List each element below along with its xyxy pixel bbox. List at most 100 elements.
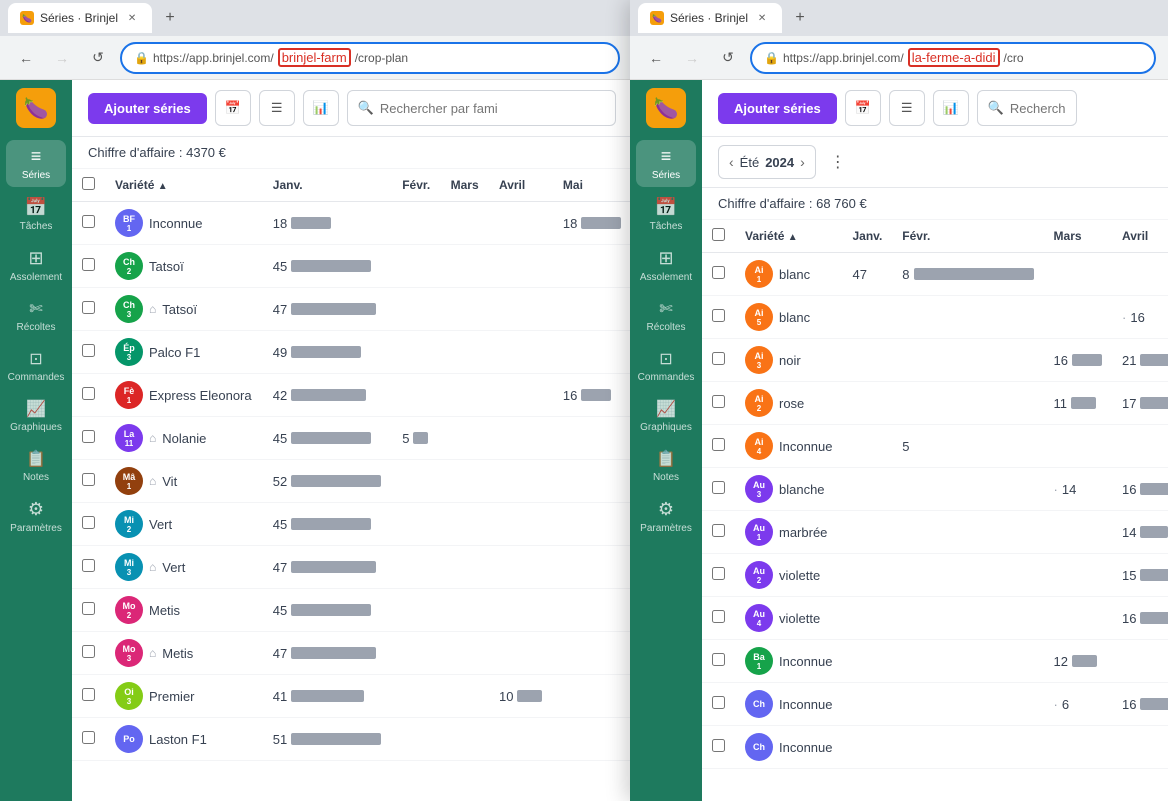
sidebar-item-parametres-2[interactable]: ⚙ Paramètres xyxy=(636,493,696,540)
sidebar-item-notes-2[interactable]: 📋 Notes xyxy=(636,443,696,489)
calendar-view-btn-1[interactable]: 📅 xyxy=(215,90,251,126)
search-bar-1[interactable]: 🔍 xyxy=(347,90,616,126)
row-checkbox[interactable] xyxy=(82,516,95,529)
calendar-view-btn-2[interactable]: 📅 xyxy=(845,90,881,126)
variety-name: blanc xyxy=(779,267,810,282)
tab-close-2[interactable]: ✕ xyxy=(754,10,770,26)
variety-cell: Mo 3 ⌂ Metis xyxy=(115,639,253,667)
more-options-btn[interactable]: ⋮ xyxy=(824,148,852,176)
search-input-2[interactable] xyxy=(1010,101,1066,116)
sidebar-item-assolement-2[interactable]: ⊞ Assolement xyxy=(636,242,696,289)
row-checkbox[interactable] xyxy=(712,653,725,666)
avatar: Ba 1 xyxy=(745,647,773,675)
forward-btn-1[interactable]: → xyxy=(48,44,76,72)
col-checkbox-1 xyxy=(72,169,105,202)
new-tab-btn-2[interactable]: + xyxy=(786,4,814,32)
row-checkbox[interactable] xyxy=(82,559,95,572)
taches-icon-1: 📅 xyxy=(25,197,47,218)
tab-2[interactable]: 🍆 Séries · Brinjel ✕ xyxy=(638,3,782,33)
back-btn-1[interactable]: ← xyxy=(12,44,40,72)
table-container-1[interactable]: Variété ▲ Janv. Févr. Mars Avril Mai BF … xyxy=(72,169,632,801)
new-tab-btn-1[interactable]: + xyxy=(156,4,184,32)
row-checkbox[interactable] xyxy=(712,610,725,623)
row-checkbox[interactable] xyxy=(82,387,95,400)
table-row: BF 1 Inconnue 1818 xyxy=(72,202,632,245)
row-checkbox[interactable] xyxy=(82,688,95,701)
chart-view-btn-2[interactable]: 📊 xyxy=(933,90,969,126)
search-input-1[interactable] xyxy=(380,101,605,116)
table-row: Ch 2 Tatsoï 45 xyxy=(72,245,632,288)
row-checkbox[interactable] xyxy=(82,645,95,658)
season-selector[interactable]: ‹ Été 2024 › xyxy=(718,145,816,179)
sidebar-item-series-2[interactable]: ≡ Séries xyxy=(636,140,696,187)
select-all-checkbox-2[interactable] xyxy=(712,228,725,241)
refresh-btn-1[interactable]: ↺ xyxy=(84,44,112,72)
jan-value: 47 xyxy=(273,560,287,575)
season-label: Été xyxy=(740,155,760,170)
row-checkbox[interactable] xyxy=(712,696,725,709)
sidebar-item-commandes-1[interactable]: ⊡ Commandes xyxy=(6,343,66,389)
add-series-btn-1[interactable]: Ajouter séries xyxy=(88,93,207,124)
sidebar-item-taches-2[interactable]: 📅 Tâches xyxy=(636,191,696,238)
row-checkbox[interactable] xyxy=(82,731,95,744)
tab-close-1[interactable]: ✕ xyxy=(124,10,140,26)
sidebar-item-recoltes-2[interactable]: ✄ Récoltes xyxy=(636,293,696,339)
row-checkbox[interactable] xyxy=(712,481,725,494)
row-checkbox[interactable] xyxy=(82,258,95,271)
prev-season-btn[interactable]: ‹ xyxy=(729,154,734,170)
address-bar-2: ← → ↺ 🔒 https://app.brinjel.com/ la-ferm… xyxy=(630,36,1168,80)
row-checkbox[interactable] xyxy=(712,567,725,580)
row-checkbox[interactable] xyxy=(712,309,725,322)
sidebar-item-assolement-1[interactable]: ⊞ Assolement xyxy=(6,242,66,289)
sidebar-item-taches-1[interactable]: 📅 Tâches xyxy=(6,191,66,238)
row-checkbox[interactable] xyxy=(712,438,725,451)
sidebar-item-commandes-2[interactable]: ⊡ Commandes xyxy=(636,343,696,389)
row-checkbox[interactable] xyxy=(712,739,725,752)
url-bar-2[interactable]: 🔒 https://app.brinjel.com/ la-ferme-a-di… xyxy=(750,42,1156,74)
row-checkbox[interactable] xyxy=(82,215,95,228)
table-container-2[interactable]: Variété ▲ Janv. Févr. Mars Avril Mai Ai … xyxy=(702,220,1168,801)
sidebar-item-graphiques-2[interactable]: 📈 Graphiques xyxy=(636,393,696,439)
sidebar-item-series-1[interactable]: ≡ Séries xyxy=(6,140,66,187)
variety-cell: Ép 3 Palco F1 xyxy=(115,338,253,366)
select-all-checkbox-1[interactable] xyxy=(82,177,95,190)
list-view-btn-2[interactable]: ☰ xyxy=(889,90,925,126)
house-icon: ⌂ xyxy=(149,302,156,316)
search-bar-2[interactable]: 🔍 xyxy=(977,90,1077,126)
row-checkbox[interactable] xyxy=(82,301,95,314)
row-checkbox[interactable] xyxy=(82,473,95,486)
jan-bar xyxy=(291,346,361,358)
chart-view-btn-1[interactable]: 📊 xyxy=(303,90,339,126)
parametres-icon-1: ⚙ xyxy=(28,499,44,520)
avatar: Ai 2 xyxy=(745,389,773,417)
row-checkbox[interactable] xyxy=(712,266,725,279)
next-season-btn[interactable]: › xyxy=(800,154,805,170)
sidebar-item-graphiques-1[interactable]: 📈 Graphiques xyxy=(6,393,66,439)
row-checkbox[interactable] xyxy=(712,395,725,408)
row-checkbox[interactable] xyxy=(82,430,95,443)
url-bar-1[interactable]: 🔒 https://app.brinjel.com/ brinjel-farm … xyxy=(120,42,620,74)
may-bar xyxy=(581,389,611,401)
row-checkbox[interactable] xyxy=(82,602,95,615)
variety-cell: Ai 4 Inconnue xyxy=(745,432,833,460)
variety-cell: Po Laston F1 xyxy=(115,725,253,753)
apr-bar xyxy=(1140,397,1168,409)
year-label: 2024 xyxy=(765,155,794,170)
tab-1[interactable]: 🍆 Séries · Brinjel ✕ xyxy=(8,3,152,33)
avatar: Ép 3 xyxy=(115,338,143,366)
tab-bar-1: 🍆 Séries · Brinjel ✕ + xyxy=(0,0,632,36)
sidebar-item-notes-1[interactable]: 📋 Notes xyxy=(6,443,66,489)
sidebar-item-recoltes-1[interactable]: ✄ Récoltes xyxy=(6,293,66,339)
row-checkbox[interactable] xyxy=(82,344,95,357)
list-view-btn-1[interactable]: ☰ xyxy=(259,90,295,126)
row-checkbox[interactable] xyxy=(712,524,725,537)
refresh-btn-2[interactable]: ↺ xyxy=(714,44,742,72)
add-series-btn-2[interactable]: Ajouter séries xyxy=(718,93,837,124)
row-checkbox[interactable] xyxy=(712,352,725,365)
sidebar-item-parametres-1[interactable]: ⚙ Paramètres xyxy=(6,493,66,540)
jan-value: 41 xyxy=(273,689,287,704)
toolbar-2: Ajouter séries 📅 ☰ 📊 🔍 xyxy=(702,80,1168,137)
recoltes-icon-1: ✄ xyxy=(29,299,42,319)
forward-btn-2[interactable]: → xyxy=(678,44,706,72)
back-btn-2[interactable]: ← xyxy=(642,44,670,72)
